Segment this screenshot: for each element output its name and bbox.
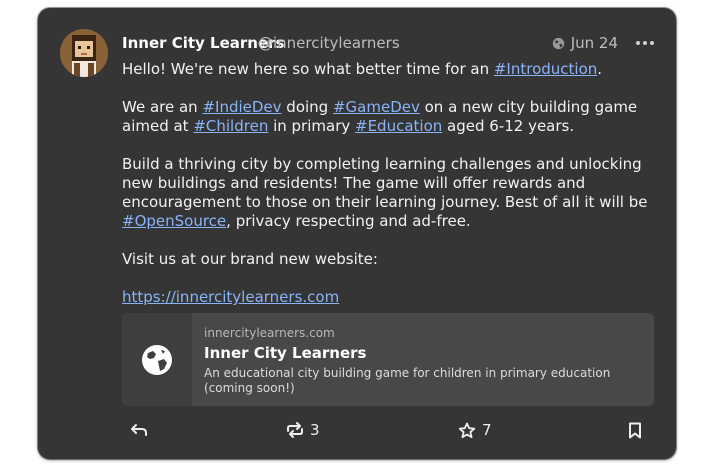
hashtag-education[interactable]: #Education — [355, 117, 442, 135]
boost-icon — [287, 422, 303, 438]
avatar[interactable] — [60, 29, 108, 77]
text: We are an — [122, 98, 203, 116]
favourite-button[interactable]: 7 — [458, 418, 492, 442]
text: . — [597, 60, 603, 78]
hashtag-indiedev[interactable]: #IndieDev — [202, 98, 281, 116]
text: doing — [281, 98, 333, 116]
text: Hello! We're new here so what better tim… — [122, 60, 494, 78]
boost-button[interactable]: 3 — [286, 418, 320, 442]
text: aged 6-12 years. — [442, 117, 575, 135]
post-meta: Jun 24 — [552, 34, 654, 52]
favourite-count: 7 — [482, 421, 492, 439]
paragraph-intro: Hello! We're new here so what better tim… — [122, 60, 662, 79]
post-content: Hello! We're new here so what better tim… — [122, 60, 662, 307]
preview-domain: innercitylearners.com — [204, 326, 335, 340]
hashtag-introduction[interactable]: #Introduction — [494, 60, 597, 78]
text: in primary — [268, 117, 356, 135]
more-icon[interactable] — [636, 41, 654, 45]
paragraph-game: Build a thriving city by completing lear… — [122, 155, 662, 231]
hashtag-children[interactable]: #Children — [193, 117, 268, 135]
paragraph-visit: Visit us at our brand new website: — [122, 250, 378, 268]
action-bar: 3 7 — [38, 418, 676, 442]
hashtag-opensource[interactable]: #OpenSource — [122, 212, 226, 230]
author-handle[interactable]: @innercitylearners — [258, 34, 400, 52]
star-icon — [458, 422, 476, 438]
reply-button[interactable] — [130, 418, 148, 442]
post-date[interactable]: Jun 24 — [571, 34, 618, 52]
link-preview-card[interactable]: innercitylearners.com Inner City Learner… — [122, 313, 654, 406]
hashtag-gamedev[interactable]: #GameDev — [333, 98, 420, 116]
paragraph-link: https://innercitylearners.com — [122, 288, 662, 307]
paragraph-about: We are an #IndieDev doing #GameDev on a … — [122, 98, 662, 136]
bookmark-icon — [629, 422, 641, 438]
text: , privacy respecting and ad-free. — [226, 212, 471, 230]
reply-icon — [131, 424, 147, 436]
text: Build a thriving city by completing lear… — [122, 155, 648, 211]
preview-description: An educational city building game for ch… — [204, 366, 611, 395]
globe-icon — [552, 37, 564, 49]
avatar-image — [60, 29, 108, 77]
boost-count: 3 — [310, 421, 320, 439]
preview-thumbnail — [122, 313, 192, 406]
website-link[interactable]: https://innercitylearners.com — [122, 288, 339, 306]
preview-title: Inner City Learners — [204, 344, 367, 362]
post-card: Inner City Learners @innercitylearners J… — [38, 8, 676, 459]
bookmark-button[interactable] — [628, 418, 642, 442]
globe-icon — [142, 344, 172, 375]
